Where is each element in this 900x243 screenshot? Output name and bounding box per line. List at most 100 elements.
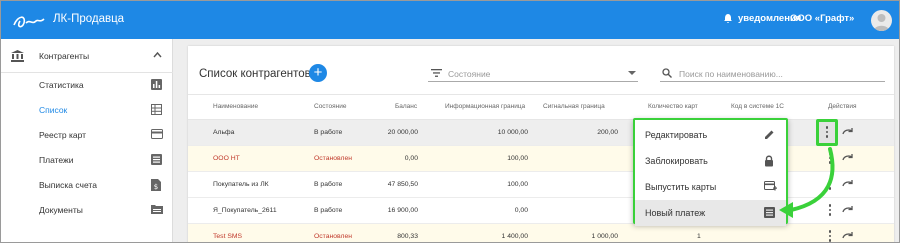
search-placeholder: Поиск по наименованию... xyxy=(679,69,783,79)
row-actions-button-active[interactable] xyxy=(816,119,838,146)
table-row[interactable]: Альфа В работе 20 000,00 10 000,00 200,0… xyxy=(188,120,894,146)
cell-balance: 16 900,00 xyxy=(387,207,418,214)
sidebar-item-label: Статистика xyxy=(39,80,84,90)
row-actions-button[interactable] xyxy=(828,204,832,217)
row-actions-menu: Редактировать Заблокировать Выпустить ка… xyxy=(633,118,788,226)
table-header: Наименование Состояние Баланс Информацио… xyxy=(188,94,894,120)
sidebar-item-label: Документы xyxy=(39,205,83,215)
cell-balance: 20 000,00 xyxy=(387,129,418,136)
cell-signal-limit: 200,00 xyxy=(597,129,618,136)
redo-icon[interactable] xyxy=(842,231,854,239)
row-actions-button[interactable] xyxy=(828,230,832,242)
sidebar-item-label: Платежи xyxy=(39,155,74,165)
sidebar-item-label: Выписка счета xyxy=(39,180,97,190)
bank-icon xyxy=(11,50,24,62)
column-header-actions: Действия xyxy=(828,103,857,110)
menu-item-new-payment[interactable]: Новый платеж xyxy=(635,200,786,226)
bar-chart-icon xyxy=(151,79,162,90)
cell-name: Альфа xyxy=(213,129,235,136)
sidebar-item-payments[interactable]: Платежи xyxy=(1,148,173,173)
cell-info-limit: 100,00 xyxy=(507,155,528,162)
table-row[interactable]: ООО НТ Остановлен 0,00 100,00 xyxy=(188,146,894,172)
row-actions-button[interactable] xyxy=(828,152,832,165)
cell-signal-limit: 1 000,00 xyxy=(591,233,618,240)
invoice-icon: $ xyxy=(151,179,161,191)
search-input[interactable]: Поиск по наименованию... xyxy=(660,66,885,82)
chevron-up-icon[interactable] xyxy=(153,51,162,58)
column-header-info-limit[interactable]: Информационная граница xyxy=(445,103,525,110)
menu-item-block[interactable]: Заблокировать xyxy=(635,148,786,174)
sidebar-item-documents[interactable]: Документы xyxy=(1,198,173,223)
sidebar-item-label: Реестр карт xyxy=(39,130,87,140)
logo-icon[interactable] xyxy=(10,11,48,31)
cell-balance: 0,00 xyxy=(404,155,418,162)
lock-icon xyxy=(765,155,773,167)
sidebar-item-label: Список xyxy=(39,105,68,115)
sidebar-group-counterparties[interactable]: Контрагенты xyxy=(1,39,173,73)
sidebar-item-list[interactable]: Список xyxy=(1,98,173,123)
dropdown-arrow-icon xyxy=(628,71,636,75)
sidebar-item-statistics[interactable]: Статистика xyxy=(1,73,173,98)
column-header-balance[interactable]: Баланс xyxy=(395,103,417,110)
top-bar: ЛК-Продавца уведомления ООО «Графт» xyxy=(1,1,899,39)
redo-icon[interactable] xyxy=(842,179,854,187)
menu-item-edit[interactable]: Редактировать xyxy=(635,122,786,148)
redo-icon[interactable] xyxy=(842,205,854,213)
table-row[interactable]: Test SMS Остановлен 800,33 1 400,00 1 00… xyxy=(188,224,894,242)
more-vert-icon xyxy=(825,126,829,139)
bell-icon xyxy=(724,14,732,23)
column-header-cards[interactable]: Количество карт xyxy=(648,103,698,110)
page-title: Список контрагентов xyxy=(199,68,311,80)
column-header-1c-code[interactable]: Код в системе 1С xyxy=(731,103,784,110)
cell-balance: 47 850,50 xyxy=(387,181,418,188)
cell-cards: 1 xyxy=(697,233,701,240)
cell-status: В работе xyxy=(314,207,343,214)
list-grid-icon xyxy=(151,104,162,115)
row-actions-button[interactable] xyxy=(828,178,832,191)
cell-status: В работе xyxy=(314,181,343,188)
cell-name: Test SMS xyxy=(213,233,243,240)
pencil-icon xyxy=(765,130,774,139)
menu-item-label: Редактировать xyxy=(645,130,708,140)
folder-icon xyxy=(151,205,163,214)
menu-item-label: Выпустить карты xyxy=(645,182,717,192)
sidebar-item-account-statement[interactable]: Выписка счета $ xyxy=(1,173,173,198)
app-title: ЛК-Продавца xyxy=(53,13,125,25)
cell-info-limit: 10 000,00 xyxy=(497,129,528,136)
filter-icon xyxy=(431,69,442,77)
menu-item-label: Заблокировать xyxy=(645,156,708,166)
payment-list-icon xyxy=(764,207,775,218)
status-filter-select[interactable]: Состояние xyxy=(428,66,638,82)
redo-icon[interactable] xyxy=(842,153,854,161)
cell-name: Покупатель из ЛК xyxy=(213,181,269,188)
cell-status: В работе xyxy=(314,129,343,136)
column-header-name[interactable]: Наименование xyxy=(213,103,258,110)
table-row[interactable]: Я_Покупатель_2611 В работе 16 900,00 0,0… xyxy=(188,198,894,224)
payments-icon xyxy=(151,154,162,165)
menu-item-issue-cards[interactable]: Выпустить карты xyxy=(635,174,786,200)
table-row[interactable]: Покупатель из ЛК В работе 47 850,50 100,… xyxy=(188,172,894,198)
menu-item-label: Новый платеж xyxy=(645,208,706,218)
column-header-status[interactable]: Состояние xyxy=(314,103,346,110)
status-filter-placeholder: Состояние xyxy=(448,69,491,79)
column-header-signal-limit[interactable]: Сигнальная граница xyxy=(543,103,605,110)
avatar[interactable] xyxy=(871,10,892,31)
user-icon xyxy=(874,14,889,31)
org-name[interactable]: ООО «Графт» xyxy=(790,13,854,24)
add-counterparty-button[interactable]: + xyxy=(309,64,327,82)
cell-balance: 800,33 xyxy=(397,233,418,240)
sidebar-item-card-registry[interactable]: Реестр карт xyxy=(1,123,173,148)
redo-icon[interactable] xyxy=(842,127,854,135)
search-icon xyxy=(662,68,672,78)
cell-name: Я_Покупатель_2611 xyxy=(213,207,277,214)
sidebar-group-label: Контрагенты xyxy=(39,51,90,61)
card-add-icon xyxy=(764,181,777,191)
sidebar: Контрагенты Статистика Список Реестр кар… xyxy=(1,39,173,242)
cell-info-limit: 100,00 xyxy=(507,181,528,188)
credit-card-icon xyxy=(151,129,163,139)
app-window: ЛК-Продавца уведомления ООО «Графт» Конт… xyxy=(0,0,900,243)
cell-status: Остановлен xyxy=(314,155,352,162)
cell-info-limit: 1 400,00 xyxy=(501,233,528,240)
cell-status: Остановлен xyxy=(314,233,352,240)
svg-text:$: $ xyxy=(154,183,158,191)
